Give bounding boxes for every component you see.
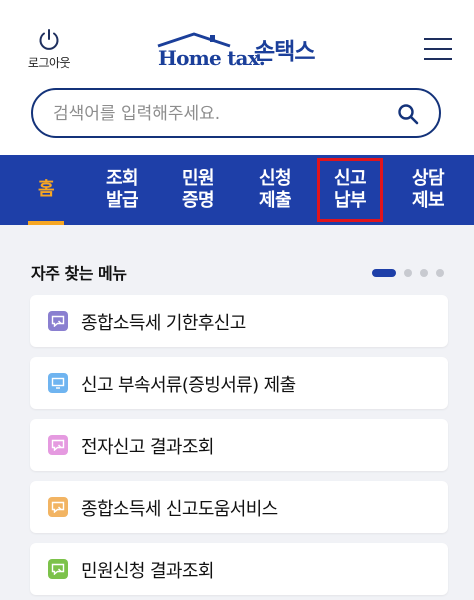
chat-icon <box>48 435 68 455</box>
tab-label: 신청 제출 <box>258 168 292 211</box>
main-nav-tabs: 홈 조회 발급 민원 증명 신청 제출 신고 납부 상담 제보 <box>0 155 474 225</box>
favorite-item-label: 민원신청 결과조회 <box>81 561 214 582</box>
pager-dot[interactable] <box>436 269 444 277</box>
chat-icon <box>48 559 68 579</box>
pager-dot-active[interactable] <box>372 269 396 277</box>
favorites-section: 자주 찾는 메뉴 종합소득세 기한후신고 신고 부속서류(증빙서류) 제출 전자… <box>0 225 474 600</box>
tab-label: 홈 <box>37 179 55 200</box>
pager-dot[interactable] <box>420 269 428 277</box>
tab-filing-payment[interactable]: 신고 납부 <box>313 155 387 225</box>
section-title: 자주 찾는 메뉴 <box>31 264 127 283</box>
logout-button[interactable]: 로그아웃 <box>18 28 80 71</box>
tab-consult-report[interactable]: 상담 제보 <box>398 155 458 225</box>
tab-label: 민원 증명 <box>181 168 215 211</box>
tab-label: 상담 제보 <box>411 168 445 211</box>
favorite-item-label: 종합소득세 기한후신고 <box>81 313 246 334</box>
tab-home[interactable]: 홈 <box>16 155 76 225</box>
tab-inquiry-issuance[interactable]: 조회 발급 <box>92 155 152 225</box>
favorite-item-label: 신고 부속서류(증빙서류) 제출 <box>81 375 296 396</box>
hometax-logo[interactable]: Home tax. 손택스 <box>156 30 315 70</box>
search-icon[interactable] <box>397 103 419 125</box>
tab-label: 신고 납부 <box>333 168 367 211</box>
power-icon <box>39 29 59 50</box>
monitor-icon <box>48 373 68 393</box>
search-box <box>31 88 441 138</box>
favorite-item[interactable]: 종합소득세 기한후신고 <box>30 295 448 347</box>
search-input[interactable] <box>51 101 385 127</box>
tab-label: 조회 발급 <box>105 168 139 211</box>
favorite-item[interactable]: 민원신청 결과조회 <box>30 543 448 595</box>
pager-dot[interactable] <box>404 269 412 277</box>
favorite-item[interactable]: 종합소득세 신고도움서비스 <box>30 481 448 533</box>
favorite-item-label: 종합소득세 신고도움서비스 <box>81 499 278 520</box>
chat-icon <box>48 497 68 517</box>
tab-application-submission[interactable]: 신청 제출 <box>244 155 306 225</box>
favorite-item[interactable]: 신고 부속서류(증빙서류) 제출 <box>30 357 448 409</box>
chat-icon <box>48 311 68 331</box>
hamburger-menu-icon[interactable] <box>424 38 452 62</box>
tab-civil-certificate[interactable]: 민원 증명 <box>168 155 228 225</box>
logo-text: Home tax. <box>158 46 266 70</box>
logo-mark: Home tax. <box>156 32 266 70</box>
favorite-item-label: 전자신고 결과조회 <box>81 437 214 458</box>
logout-label: 로그아웃 <box>27 56 71 70</box>
app-header: 로그아웃 Home tax. 손택스 <box>0 0 474 84</box>
favorite-item[interactable]: 전자신고 결과조회 <box>30 419 448 471</box>
